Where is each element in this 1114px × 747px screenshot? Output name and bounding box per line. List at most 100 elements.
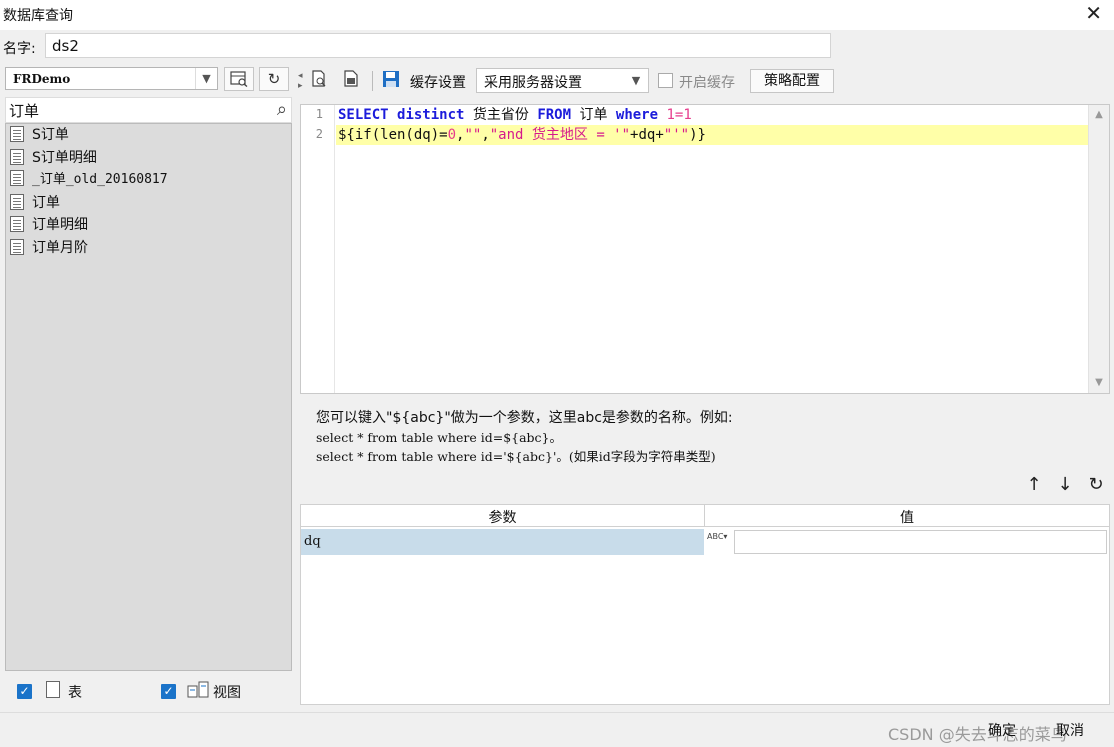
- editor-scrollbar[interactable]: ▲ ▼: [1088, 105, 1109, 393]
- left-panel: FRDemo ▼ ↻ ⌕ S订单 S订单明细 _订单_old_20160817 …: [3, 65, 293, 705]
- list-item[interactable]: 订单明细: [6, 214, 291, 237]
- enable-cache-checkbox[interactable]: [658, 73, 673, 88]
- table-icon: [46, 681, 60, 698]
- document-icon: [344, 70, 358, 87]
- sql-editor[interactable]: 1 2 SELECT distinct 货主省份 FROM 订单 where 1…: [300, 104, 1110, 394]
- table-icon: [10, 148, 24, 165]
- preview-button[interactable]: [308, 69, 330, 91]
- view-filter-label: 视图: [213, 685, 241, 701]
- watermark: CSDN @失去斗志的菜鸟: [888, 725, 1067, 744]
- help-example: select * from table where id=${abc}。: [316, 430, 563, 445]
- table-name: S订单: [32, 127, 69, 143]
- table-filter-checkbox[interactable]: ✓: [17, 684, 32, 699]
- cancel-button[interactable]: 取消: [1056, 719, 1084, 743]
- sql-number: 1=1: [666, 107, 692, 123]
- column-header-param: 参数: [488, 510, 517, 526]
- toolbar-divider: [372, 71, 373, 91]
- parameter-table: 参数 值 dq ABC▾: [300, 504, 1110, 705]
- string-type-icon: ABC: [707, 532, 724, 541]
- sql-keyword: SELECT: [338, 107, 389, 123]
- table-row[interactable]: dq ABC▾: [301, 529, 1109, 555]
- search-icon[interactable]: ⌕: [277, 99, 287, 120]
- save-icon: [383, 71, 399, 87]
- list-item[interactable]: 订单: [6, 192, 291, 215]
- chevron-down-icon[interactable]: ▼: [624, 69, 648, 92]
- table-name: 订单月阶: [32, 239, 88, 256]
- table-icon: [10, 170, 24, 187]
- table-name: S订单明细: [32, 149, 97, 166]
- filter-row: ✓ 表 ✓ 视图: [5, 677, 292, 705]
- arrow-up-icon[interactable]: ↑: [1022, 473, 1046, 497]
- list-item[interactable]: S订单: [6, 124, 291, 147]
- code-line-highlighted: ${if(len(dq)=0,"","and 货主地区 = '"+dq+"'")…: [336, 125, 1088, 145]
- table-header: 参数 值: [301, 505, 1109, 527]
- database-select[interactable]: FRDemo ▼: [5, 67, 218, 90]
- title-bar: 数据库查询 ✕: [0, 0, 1114, 30]
- arrow-down-icon[interactable]: ↓: [1053, 473, 1077, 497]
- sql-keyword: FROM: [537, 107, 572, 123]
- chevron-down-icon[interactable]: ▼: [195, 68, 217, 89]
- template-button[interactable]: [340, 69, 362, 91]
- table-icon: [10, 238, 24, 255]
- help-example: select * from table where id='${abc}'。(如…: [316, 449, 716, 464]
- query-toolbar: ◂ ▸ 缓存设置 采用服务器设置 ▼ 开启缓存 策略配置: [298, 65, 1110, 97]
- collapse-handle-icon[interactable]: ◂ ▸: [298, 71, 303, 91]
- sql-text: 货主省份: [464, 107, 538, 123]
- parameter-value-input[interactable]: [734, 530, 1107, 554]
- dialog-footer: CSDN @失去斗志的菜鸟 确定 取消: [0, 712, 1114, 747]
- sql-code[interactable]: SELECT distinct 货主省份 FROM 订单 where 1=1 $…: [336, 105, 1088, 393]
- table-icon: [10, 126, 24, 142]
- sql-text: 订单: [571, 107, 616, 123]
- preview-table-button[interactable]: [224, 67, 254, 91]
- sql-text: )}: [689, 127, 706, 143]
- table-icon: [10, 193, 24, 210]
- code-line: SELECT distinct 货主省份 FROM 订单 where 1=1: [336, 105, 1088, 125]
- table-name: 订单: [32, 194, 60, 211]
- refresh-icon: ↻: [267, 70, 281, 88]
- close-icon[interactable]: ✕: [1085, 3, 1102, 23]
- parameter-help: 您可以键入"${abc}"做为一个参数，这里abc是参数的名称。例如: sele…: [316, 407, 1096, 465]
- policy-config-button[interactable]: 策略配置: [750, 69, 834, 93]
- list-item[interactable]: 订单月阶: [6, 237, 291, 260]
- database-value: FRDemo: [13, 72, 71, 86]
- line-number-gutter: 1 2: [301, 105, 335, 393]
- window-title: 数据库查询: [3, 8, 73, 24]
- sql-string: "and 货主地区 = '": [489, 127, 631, 143]
- cache-mode-select[interactable]: 采用服务器设置 ▼: [476, 68, 649, 93]
- table-search: ⌕: [5, 97, 292, 123]
- name-input[interactable]: [45, 33, 831, 58]
- cache-settings-button[interactable]: [380, 69, 402, 91]
- column-header-value: 值: [900, 510, 914, 526]
- preview-icon: [312, 70, 326, 87]
- sql-keyword: distinct: [397, 107, 465, 123]
- sql-string: "'": [663, 127, 690, 143]
- main-area: FRDemo ▼ ↻ ⌕ S订单 S订单明细 _订单_old_20160817 …: [0, 62, 1114, 712]
- line-number: 1: [315, 107, 323, 121]
- refresh-button[interactable]: ↻: [259, 67, 289, 91]
- list-item[interactable]: _订单_old_20160817: [6, 169, 291, 192]
- list-item[interactable]: S订单明细: [6, 147, 291, 170]
- sql-number: 0: [447, 127, 457, 143]
- sql-text: +dq+: [630, 127, 664, 143]
- enable-cache-label: 开启缓存: [679, 75, 735, 91]
- sql-text: ,: [481, 127, 490, 143]
- type-selector[interactable]: ABC▾: [705, 531, 733, 553]
- cache-mode-value: 采用服务器设置: [484, 75, 582, 91]
- help-line: 您可以键入"${abc}"做为一个参数，这里abc是参数的名称。例如:: [316, 410, 733, 426]
- table-list: S订单 S订单明细 _订单_old_20160817 订单 订单明细 订单月阶: [5, 123, 292, 671]
- name-row: 名字:: [0, 30, 1114, 62]
- scroll-up-icon[interactable]: ▲: [1089, 105, 1109, 125]
- parameter-tools: ↑ ↓ ↻: [1020, 473, 1110, 497]
- table-preview-icon: [230, 71, 248, 88]
- refresh-icon[interactable]: ↻: [1084, 473, 1108, 497]
- table-icon: [10, 216, 24, 233]
- parameter-name: dq: [301, 529, 704, 555]
- name-label: 名字:: [3, 41, 36, 57]
- sql-keyword: where: [615, 107, 659, 123]
- sql-string: "": [464, 127, 482, 143]
- ok-button[interactable]: 确定: [988, 719, 1016, 743]
- table-search-input[interactable]: [9, 100, 249, 120]
- table-filter-label: 表: [68, 685, 82, 701]
- view-filter-checkbox[interactable]: ✓: [161, 684, 176, 699]
- scroll-down-icon[interactable]: ▼: [1089, 373, 1109, 393]
